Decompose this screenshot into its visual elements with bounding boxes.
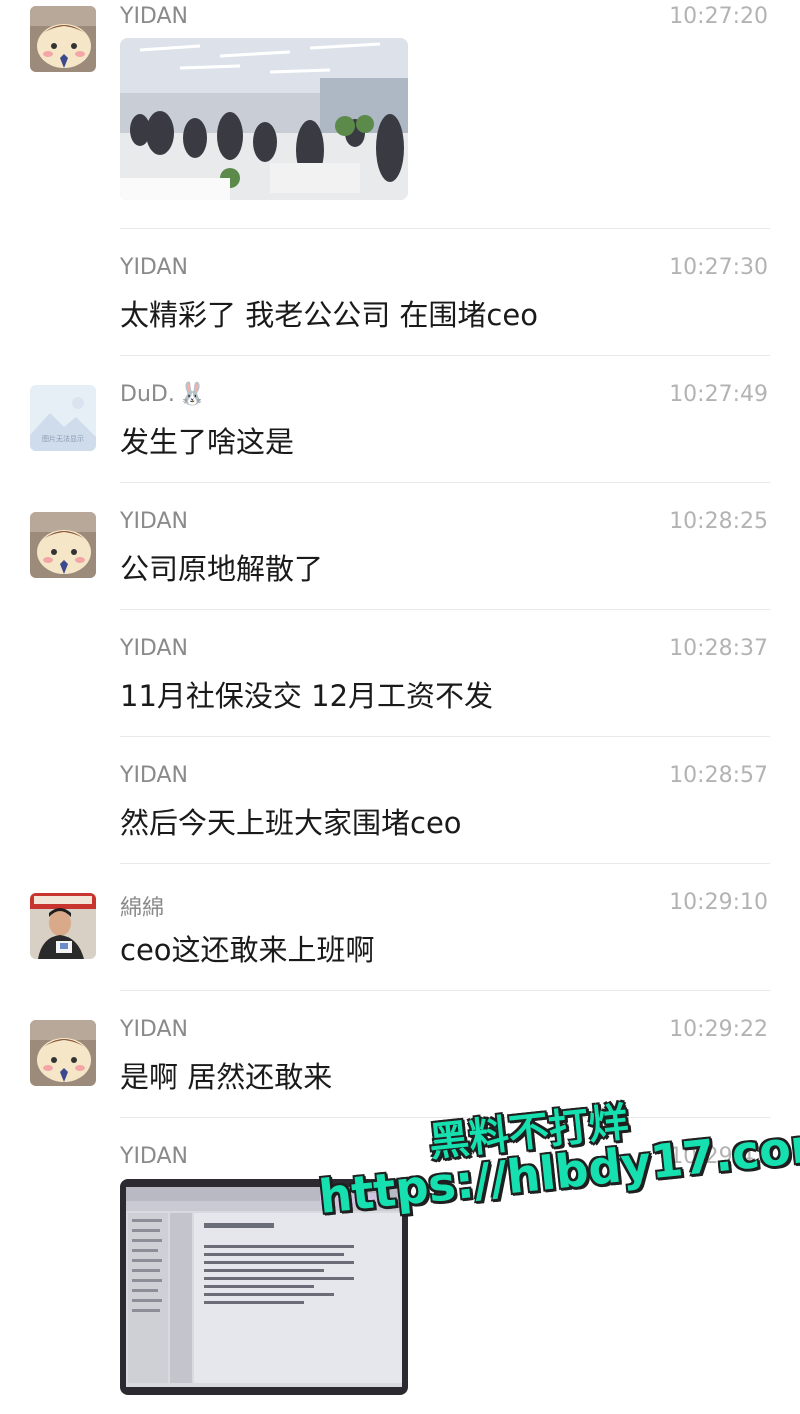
sender-name: YIDAN — [120, 255, 188, 280]
message-time: 10:27:20 — [669, 4, 768, 29]
message-time: 10:28:25 — [669, 509, 768, 534]
placeholder-avatar[interactable]: 图片无法显示 — [30, 385, 96, 451]
cat-avatar[interactable] — [30, 6, 96, 72]
office-crowd-photo[interactable] — [120, 38, 408, 200]
message-text: 11月社保没交 12月工资不发 — [120, 679, 494, 713]
sender-name: YIDAN — [120, 763, 188, 788]
sender-name-text: DuD. — [120, 382, 175, 407]
avatar-caption: 图片无法显示 — [42, 435, 84, 443]
cat-avatar[interactable] — [30, 1020, 96, 1086]
rabbit-icon: 🐰 — [178, 382, 207, 407]
sender-name: YIDAN — [120, 1144, 188, 1169]
message-time: 10:29:10 — [669, 890, 768, 915]
message-text: 然后今天上班大家围堵ceo — [120, 806, 462, 840]
person-avatar[interactable] — [30, 893, 96, 959]
divider — [120, 736, 770, 737]
message-text: 发生了啥这是 — [120, 425, 295, 459]
sender-name: YIDAN — [120, 509, 188, 534]
divider — [120, 863, 770, 864]
divider — [120, 355, 770, 356]
sender-name: YIDAN — [120, 4, 188, 29]
sender-name: YIDAN — [120, 1017, 188, 1042]
divider — [120, 990, 770, 991]
message-time: 10:28:57 — [669, 763, 768, 788]
message-time: 10:28:37 — [669, 636, 768, 661]
message-text: 是啊 居然还敢来 — [120, 1060, 333, 1094]
message-time: 10:27:30 — [669, 255, 768, 280]
message-text: ceo这还敢来上班啊 — [120, 933, 375, 967]
sender-name: DuD. 🐰 — [120, 382, 206, 407]
message-time: 10:27:49 — [669, 382, 768, 407]
sender-name: 綿綿 — [120, 896, 165, 921]
message-text: 公司原地解散了 — [120, 552, 324, 586]
divider — [120, 609, 770, 610]
sender-name: YIDAN — [120, 636, 188, 661]
divider — [120, 228, 770, 229]
cat-avatar[interactable] — [30, 512, 96, 578]
message-time: 10:29:22 — [669, 1017, 768, 1042]
message-text: 太精彩了 我老公公司 在围堵ceo — [120, 298, 538, 332]
divider — [120, 482, 770, 483]
